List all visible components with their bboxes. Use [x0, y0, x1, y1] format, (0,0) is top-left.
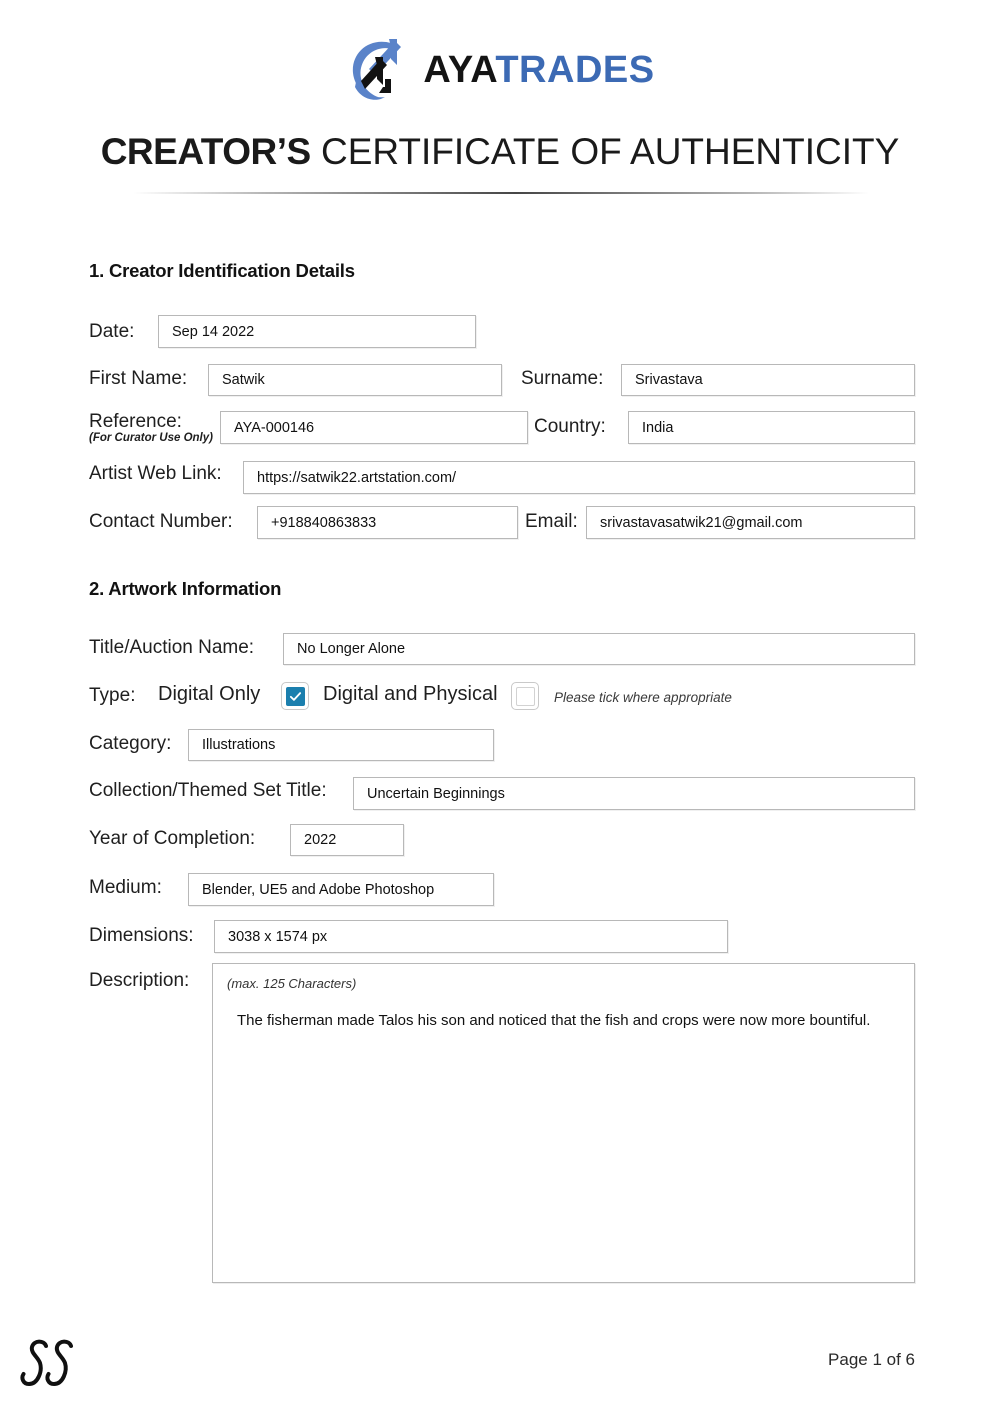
medium-label: Medium: [89, 877, 162, 898]
type-checkbox-digital-only[interactable] [281, 682, 309, 710]
description-value: The fisherman made Talos his son and not… [237, 1012, 871, 1029]
title-divider [133, 192, 869, 194]
date-input[interactable]: Sep 14 2022 [158, 315, 476, 348]
country-input[interactable]: India [628, 411, 915, 444]
description-hint: (max. 125 Characters) [227, 976, 357, 991]
handwritten-ss-signature-icon [20, 1336, 90, 1394]
contact-label: Contact Number: [89, 511, 233, 532]
first-name-input[interactable]: Satwik [208, 364, 502, 396]
checkbox-inner [285, 686, 305, 706]
artwork-title-input[interactable]: No Longer Alone [283, 633, 915, 665]
checkbox-inner [515, 686, 535, 706]
dimensions-label: Dimensions: [89, 925, 194, 946]
surname-input[interactable]: Srivastava [621, 364, 915, 396]
country-label: Country: [534, 416, 606, 437]
check-icon [289, 691, 301, 701]
page-title: CREATOR’S CERTIFICATE OF AUTHENTICITY [0, 130, 1000, 174]
type-label: Type: [89, 685, 136, 706]
description-label: Description: [89, 970, 190, 991]
year-input[interactable]: 2022 [290, 824, 404, 856]
surname-label: Surname: [521, 368, 604, 389]
contact-input[interactable]: +918840863833 [257, 506, 518, 539]
web-link-input[interactable]: https://satwik22.artstation.com/ [243, 461, 915, 494]
page-title-strong: CREATOR’S [100, 131, 311, 172]
category-label: Category: [89, 733, 172, 754]
dimensions-input[interactable]: 3038 x 1574 px [214, 920, 728, 953]
page-title-rest: CERTIFICATE OF AUTHENTICITY [310, 131, 900, 172]
reference-label: Reference: [89, 411, 182, 432]
email-label: Email: [525, 511, 578, 532]
section-2-heading: 2. Artwork Information [89, 578, 282, 599]
web-link-label: Artist Web Link: [89, 463, 222, 484]
date-label: Date: [89, 321, 135, 342]
year-label: Year of Completion: [89, 828, 256, 849]
ayatrades-swoosh-logo-icon [345, 35, 409, 105]
description-textarea[interactable]: (max. 125 Characters) The fisherman made… [212, 963, 915, 1283]
email-input[interactable]: srivastavasatwik21@gmail.com [586, 506, 915, 539]
collection-input[interactable]: Uncertain Beginnings [353, 777, 915, 810]
category-input[interactable]: Illustrations [188, 729, 494, 761]
page-number: Page 1 of 6 [828, 1350, 915, 1369]
document-header: AYATRADES [0, 30, 1000, 110]
reference-sublabel: (For Curator Use Only) [89, 432, 213, 444]
medium-input[interactable]: Blender, UE5 and Adobe Photoshop [188, 873, 494, 906]
brand-name-part2: TRADES [495, 49, 655, 91]
reference-input[interactable]: AYA-000146 [220, 411, 528, 444]
type-option-digital-physical-label: Digital and Physical [323, 683, 498, 705]
type-checkbox-digital-and-physical[interactable] [511, 682, 539, 710]
collection-label: Collection/Themed Set Title: [89, 780, 327, 801]
section-1-heading: 1. Creator Identification Details [89, 260, 355, 281]
first-name-label: First Name: [89, 368, 188, 389]
brand-wordmark: AYATRADES [423, 51, 654, 89]
type-instruction-note: Please tick where appropriate [554, 690, 732, 705]
type-option-digital-only-label: Digital Only [158, 683, 261, 705]
artwork-title-label: Title/Auction Name: [89, 637, 255, 658]
brand-name-part1: AYA [423, 49, 496, 91]
